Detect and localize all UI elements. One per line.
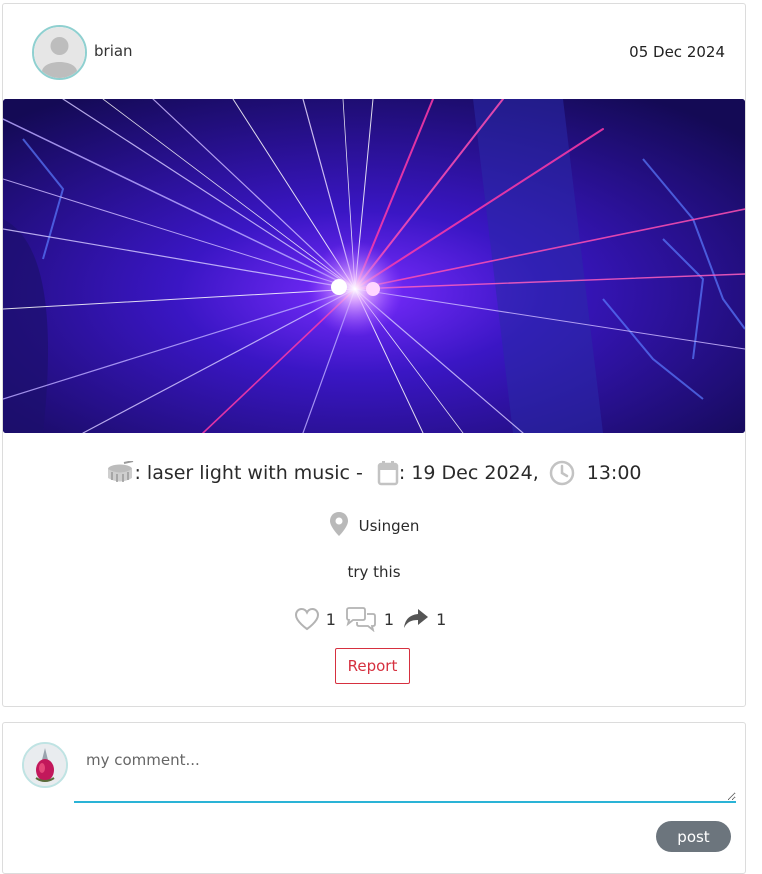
event-title-sep: : xyxy=(134,462,147,484)
event-date-sep: : xyxy=(398,462,412,484)
event-summary: : laser light with music - : 19 Dec 2024… xyxy=(3,458,745,488)
location-name: Usingen xyxy=(358,517,420,535)
share-count: 1 xyxy=(436,609,447,629)
comments-icon[interactable] xyxy=(344,606,378,632)
comment-form: post xyxy=(2,722,746,874)
calendar-icon xyxy=(377,460,399,486)
post-description: try this xyxy=(347,563,401,581)
author-name[interactable]: brian xyxy=(94,42,133,60)
comment-count: 1 xyxy=(383,609,395,629)
post-stats: 1 1 1 xyxy=(3,606,745,632)
post-button[interactable]: post xyxy=(656,821,731,852)
map-pin-icon xyxy=(329,511,349,541)
post-card: brian 05 Dec 2024: laser light with mus… xyxy=(2,3,746,707)
event-title: laser light with music xyxy=(146,462,350,484)
heart-icon[interactable] xyxy=(294,607,320,631)
post-date: 05 Dec 2024 xyxy=(629,43,725,61)
share-icon[interactable] xyxy=(402,607,430,631)
event-time: 13:00 xyxy=(586,462,642,484)
event-image[interactable] xyxy=(3,99,745,433)
event-date: 19 Dec 2024, xyxy=(411,462,539,484)
event-dash: - xyxy=(349,462,363,484)
event-location: Usingen xyxy=(3,511,745,541)
like-count: 1 xyxy=(325,609,336,629)
drum-icon xyxy=(106,461,134,485)
author-avatar[interactable] xyxy=(32,25,87,80)
clock-icon xyxy=(549,460,575,486)
laser-light-image xyxy=(3,99,745,433)
report-button[interactable]: Report xyxy=(335,648,410,684)
comment-input[interactable] xyxy=(74,743,736,803)
commenter-avatar[interactable] xyxy=(22,742,68,788)
